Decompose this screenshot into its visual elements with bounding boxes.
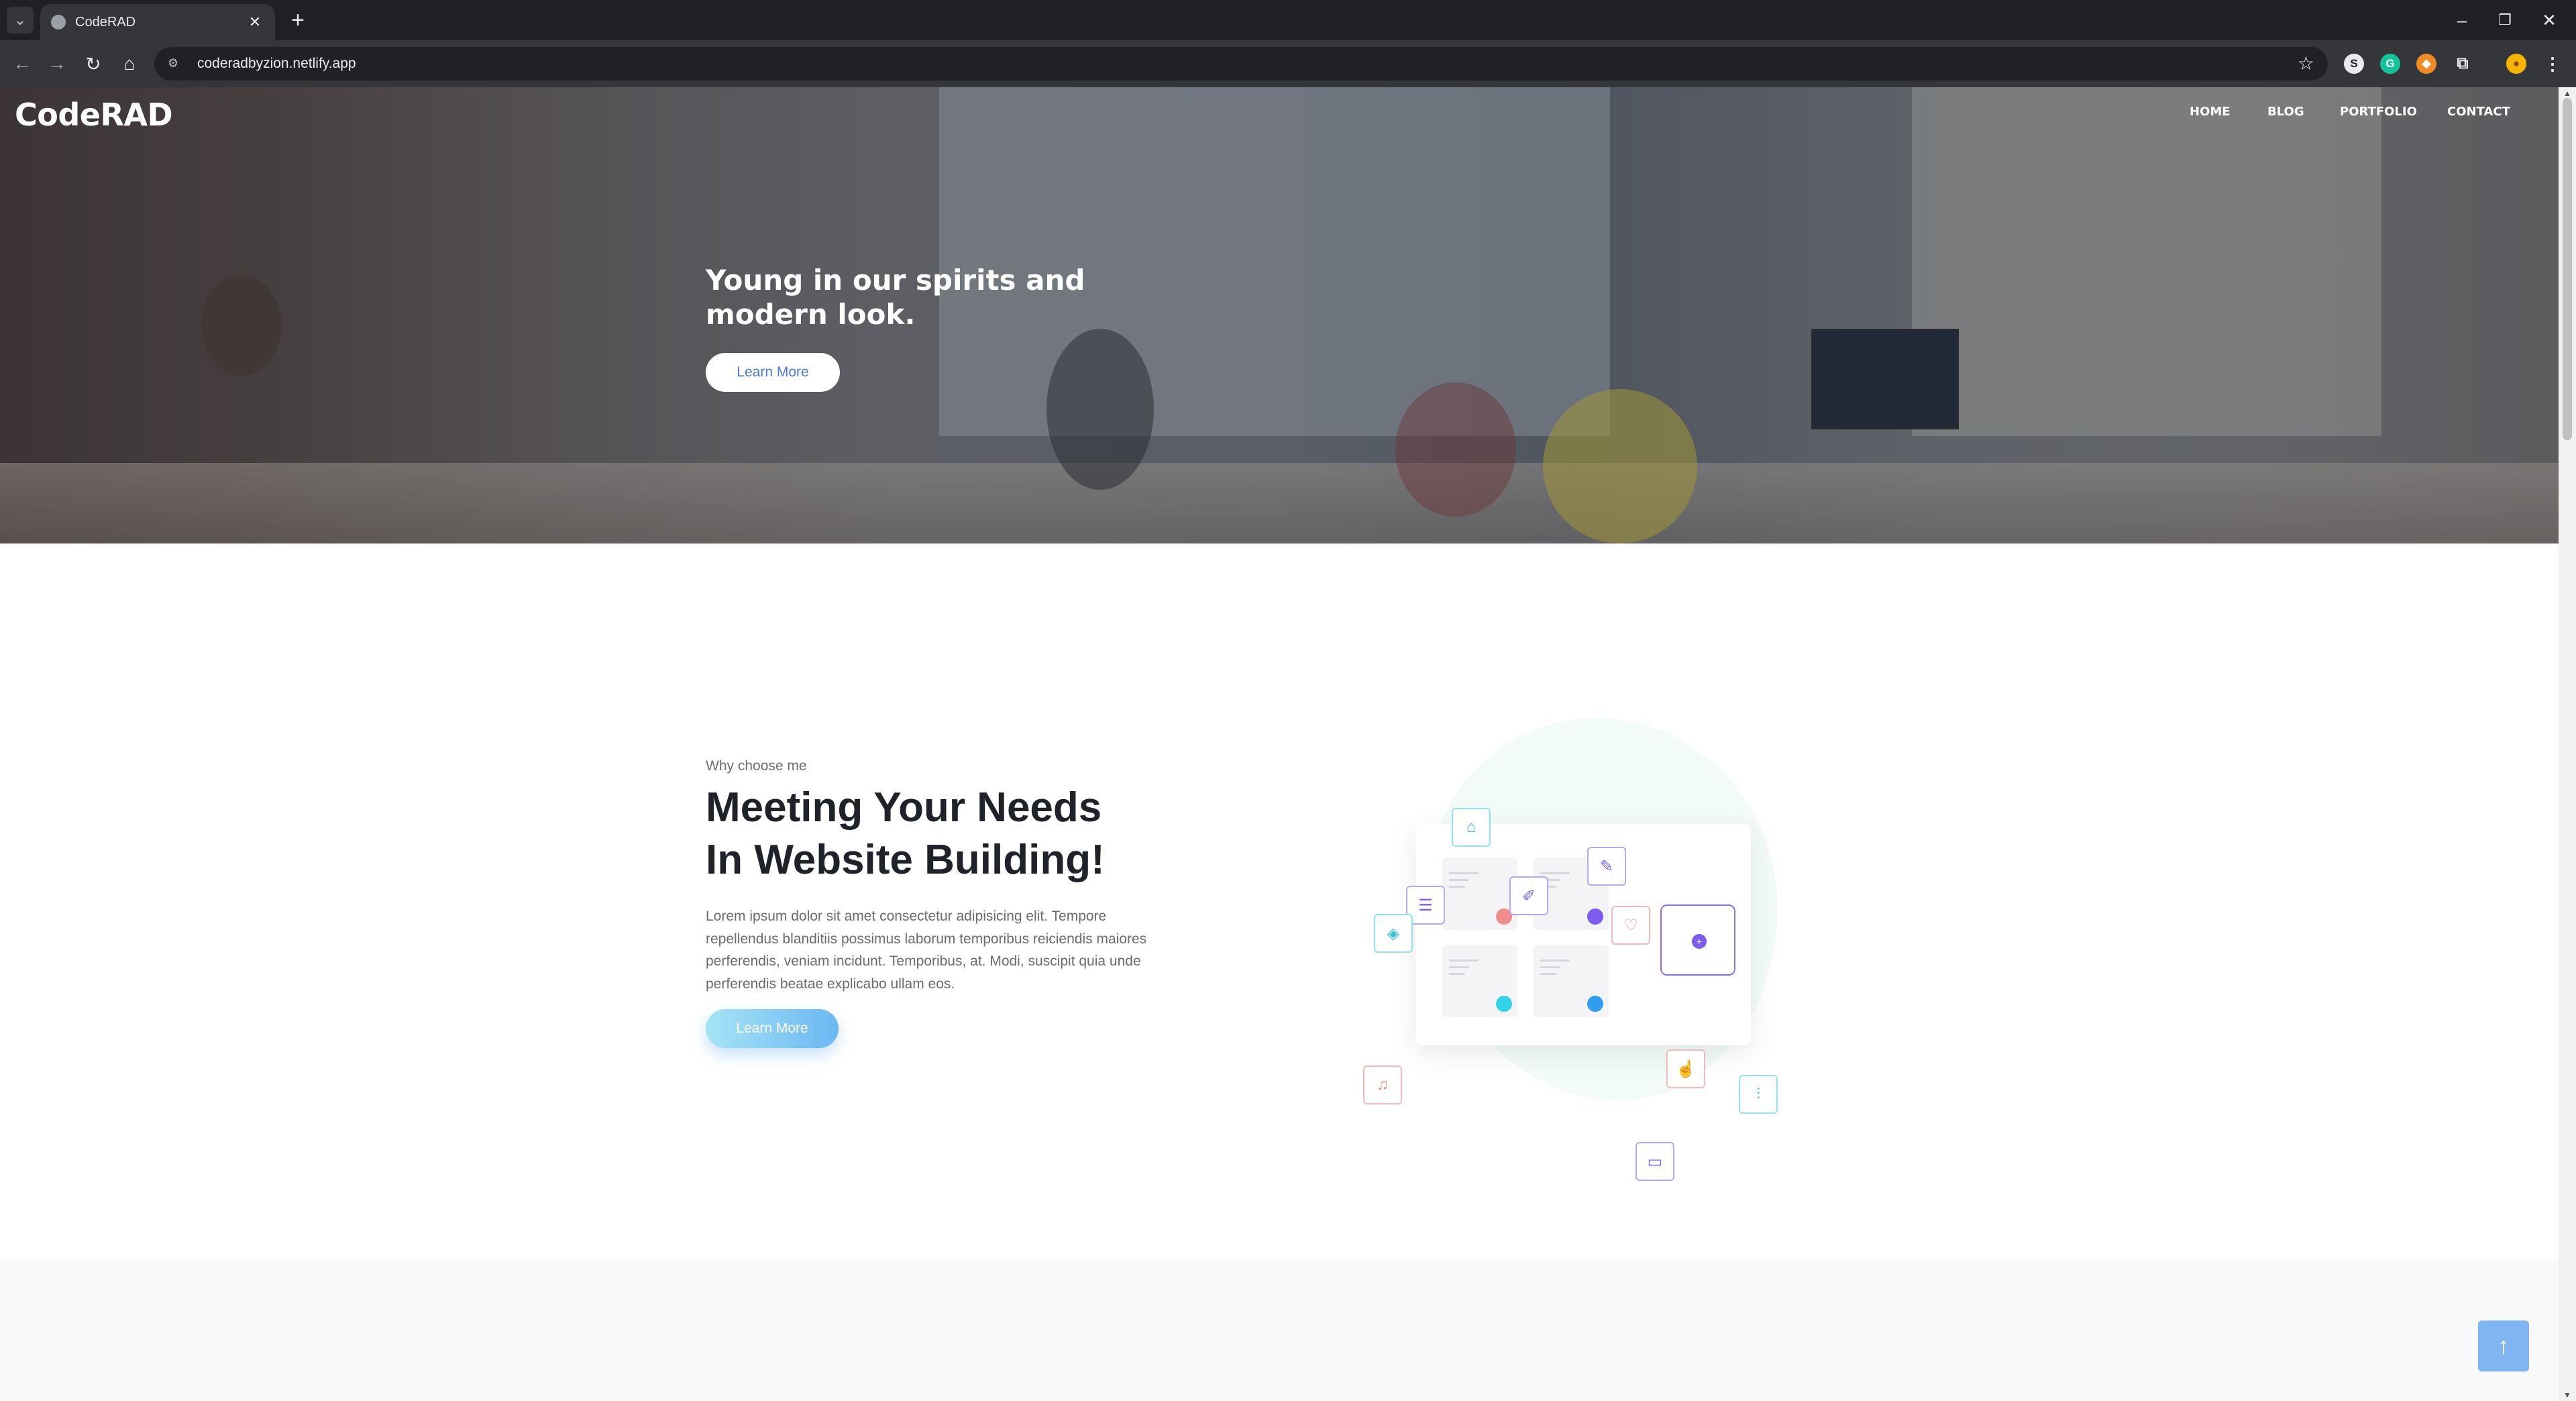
tab-title: CodeRAD: [75, 14, 136, 30]
back-icon[interactable]: ←: [8, 50, 36, 78]
hero-overlay: [0, 87, 2559, 543]
dashboard-illustration: + ⌂ ✎ ☰ ✐ ◈ ♡ ☝ ♫ ⫶ ▭: [1355, 711, 1798, 1181]
site-navbar: CodeRAD HOME BLOG PORTFOLIO CONTACT: [0, 87, 2559, 154]
edit-icon: ✐: [1509, 876, 1548, 915]
browser-tabstrip: ⌄ CodeRAD ✕ + – ❐ ✕: [0, 0, 2576, 40]
hero-title-line-1: Young in our spirits and: [706, 264, 1085, 297]
home-icon[interactable]: ⌂: [115, 50, 144, 78]
globe-icon: [51, 15, 66, 30]
window-close-icon[interactable]: ✕: [2529, 5, 2569, 35]
hero-title: Young in our spirits and modern look.: [706, 263, 1135, 331]
forward-icon[interactable]: →: [43, 50, 71, 78]
tab-close-icon[interactable]: ✕: [246, 13, 264, 31]
scroll-down-arrow-icon[interactable]: ▼: [2563, 1390, 2572, 1400]
illustration-board: +: [1415, 824, 1751, 1045]
bookmark-star-icon[interactable]: ☆: [2298, 52, 2314, 74]
extension-fox-icon[interactable]: ◆: [2416, 54, 2436, 74]
reload-icon[interactable]: ↻: [79, 50, 107, 78]
browser-menu-icon[interactable]: ⋮: [2542, 54, 2563, 74]
new-tab-button[interactable]: +: [284, 7, 311, 34]
browser-toolbar: ← → ↻ ⌂ ⚙ coderadbyzion.netlify.app ☆: [0, 40, 2576, 87]
browser-tab-active[interactable]: CodeRAD ✕: [40, 4, 275, 40]
profile-avatar[interactable]: ●: [2506, 54, 2526, 74]
illustration-card: [1442, 858, 1517, 930]
feature-eyebrow: Why choose me: [706, 758, 807, 774]
illustration-card: [1534, 945, 1609, 1017]
nav-blog[interactable]: BLOG: [2267, 105, 2304, 119]
heart-icon: ♡: [1611, 906, 1650, 945]
hero-learn-more-button[interactable]: Learn More: [706, 353, 840, 392]
feature-title: Meeting Your Needs In Website Building!: [706, 782, 1216, 886]
hero-section: CodeRAD HOME BLOG PORTFOLIO CONTACT Youn…: [0, 87, 2559, 543]
sliders-icon: ⫶: [1739, 1075, 1778, 1114]
cursor-icon: ✎: [1587, 847, 1626, 886]
scroll-to-top-button[interactable]: ↑: [2478, 1320, 2529, 1371]
extension-s-icon[interactable]: S: [2344, 54, 2364, 74]
scrollbar-thumb[interactable]: [2563, 98, 2572, 440]
scroll-up-arrow-icon[interactable]: ▲: [2563, 89, 2572, 98]
illustration-add-box: +: [1660, 904, 1735, 976]
grammarly-icon[interactable]: G: [2380, 54, 2400, 74]
nav-home[interactable]: HOME: [2190, 105, 2231, 119]
page-viewport: CodeRAD HOME BLOG PORTFOLIO CONTACT Youn…: [0, 87, 2559, 1401]
thumbs-up-icon: ☝: [1666, 1049, 1705, 1088]
page-scrollbar[interactable]: ▲ ▼: [2559, 87, 2576, 1401]
nav-contact[interactable]: CONTACT: [2447, 105, 2510, 119]
feature-title-line-2: In Website Building!: [706, 837, 1105, 883]
feature-body-text: Lorem ipsum dolor sit amet consectetur a…: [706, 909, 1147, 992]
layers-icon: ◈: [1374, 914, 1413, 953]
site-logo[interactable]: CodeRAD: [15, 97, 173, 133]
basket-icon: ⌂: [1452, 808, 1491, 847]
address-bar[interactable]: ⚙ coderadbyzion.netlify.app ☆: [154, 47, 2328, 81]
illustration-card: [1442, 945, 1517, 1017]
url-text: coderadbyzion.netlify.app: [197, 56, 356, 71]
minimize-icon[interactable]: –: [2442, 5, 2482, 35]
restore-icon[interactable]: ❐: [2485, 5, 2525, 35]
monitor-icon: ▭: [1635, 1142, 1674, 1181]
nav-portfolio[interactable]: PORTFOLIO: [2340, 105, 2417, 119]
bell-icon: ♫: [1363, 1066, 1402, 1104]
feature-learn-more-button[interactable]: Learn More: [706, 1009, 839, 1048]
next-section: [0, 1259, 2559, 1401]
site-info-icon[interactable]: ⚙: [168, 56, 182, 71]
plus-icon: +: [1692, 934, 1707, 949]
extensions-puzzle-icon[interactable]: ⧉: [2453, 54, 2473, 74]
tab-search-chevron-icon[interactable]: ⌄: [7, 7, 34, 34]
feature-title-line-1: Meeting Your Needs: [706, 784, 1102, 831]
hero-title-line-2: modern look.: [706, 298, 916, 331]
